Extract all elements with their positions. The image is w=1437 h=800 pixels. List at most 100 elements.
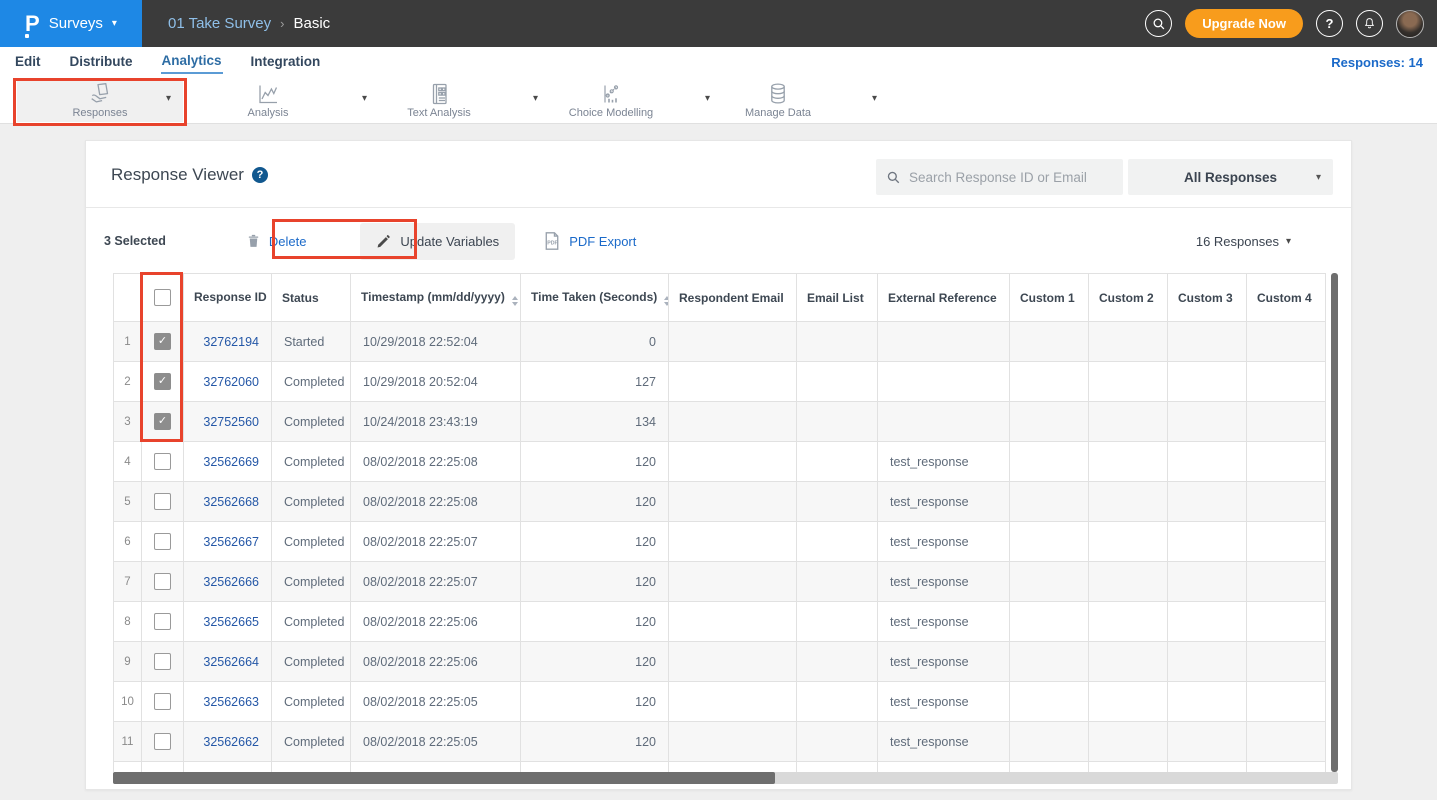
time-taken-cell: 134 <box>521 402 669 442</box>
response-id-link[interactable]: 32762194 <box>203 335 259 349</box>
timestamp-cell: 10/24/2018 23:43:19 <box>351 402 521 442</box>
search-icon <box>1152 17 1166 31</box>
response-id-link[interactable]: 32562665 <box>203 615 259 629</box>
sort-icon <box>512 296 518 306</box>
row-checkbox[interactable] <box>154 733 171 750</box>
response-id-link[interactable]: 32562669 <box>203 455 259 469</box>
row-checkbox-cell <box>142 442 184 482</box>
response-id-link[interactable]: 32762060 <box>203 375 259 389</box>
column-header-timestamp[interactable]: Timestamp (mm/dd/yyyy) <box>351 274 521 322</box>
update-variables-button[interactable]: Update Variables <box>360 223 515 260</box>
table-row: 1✓32762194Started10/29/2018 22:52:040 <box>114 322 1326 362</box>
time-taken-cell: 120 <box>521 722 669 762</box>
custom-4-cell <box>1247 762 1326 773</box>
toolbar-item-choice-modelling[interactable]: Choice Modelling▾ <box>536 79 686 122</box>
chevron-down-icon[interactable]: ▾ <box>166 93 171 104</box>
pdf-export-button[interactable]: PDF PDF Export <box>543 231 636 251</box>
response-id-link[interactable]: 32562667 <box>203 535 259 549</box>
search-input[interactable] <box>909 170 1109 185</box>
timestamp-cell: 08/02/2018 22:25:08 <box>351 442 521 482</box>
row-checkbox-cell <box>142 602 184 642</box>
row-checkbox[interactable]: ✓ <box>154 333 171 350</box>
row-checkbox[interactable] <box>154 613 171 630</box>
custom-4-cell <box>1247 722 1326 762</box>
toolbar-item-responses[interactable]: Responses▾ <box>17 79 183 122</box>
response-filter-dropdown[interactable]: All Responses ▾ <box>1128 159 1333 195</box>
response-id-link[interactable]: 32562662 <box>203 735 259 749</box>
response-id-cell: 32562661 <box>184 762 272 773</box>
vertical-scrollbar-thumb[interactable] <box>1331 273 1338 772</box>
row-checkbox[interactable] <box>154 573 171 590</box>
search-button[interactable] <box>1145 10 1172 37</box>
delete-label: Delete <box>269 234 307 249</box>
row-number-cell: 9 <box>114 642 142 682</box>
trash-icon <box>246 233 261 249</box>
row-checkbox[interactable] <box>154 493 171 510</box>
column-header-time-taken[interactable]: Time Taken (Seconds) <box>521 274 669 322</box>
row-checkbox[interactable]: ✓ <box>154 413 171 430</box>
questionpro-logo-icon: P <box>25 13 40 35</box>
viewer-help-icon[interactable]: ? <box>252 167 268 183</box>
notifications-button[interactable] <box>1356 10 1383 37</box>
help-button[interactable]: ? <box>1316 10 1343 37</box>
horizontal-scrollbar-track[interactable] <box>113 772 1338 784</box>
custom-2-cell <box>1089 522 1168 562</box>
custom-3-cell <box>1168 322 1247 362</box>
response-id-link[interactable]: 32562663 <box>203 695 259 709</box>
custom-2-cell <box>1089 642 1168 682</box>
toolbar-item-analysis[interactable]: Analysis▾ <box>193 79 343 122</box>
custom-2-cell <box>1089 402 1168 442</box>
external-reference-cell <box>878 402 1010 442</box>
select-all-checkbox[interactable] <box>154 289 171 306</box>
toolbar-item-text-analysis[interactable]: Text Analysis▾ <box>364 79 514 122</box>
upgrade-now-button[interactable]: Upgrade Now <box>1185 9 1303 38</box>
custom-3-cell <box>1168 762 1247 773</box>
custom-2-cell <box>1089 682 1168 722</box>
response-id-cell: 32562668 <box>184 482 272 522</box>
surveys-menu-button[interactable]: P Surveys ▾ <box>0 0 142 47</box>
column-header-respondent-email: Respondent Email <box>669 274 797 322</box>
time-taken-cell: 120 <box>521 562 669 602</box>
row-number-cell: 10 <box>114 682 142 722</box>
delete-button[interactable]: Delete <box>246 233 307 249</box>
time-taken-cell: 120 <box>521 682 669 722</box>
row-checkbox[interactable] <box>154 653 171 670</box>
response-search-box <box>876 159 1123 195</box>
user-avatar[interactable] <box>1396 10 1424 38</box>
respondent-email-cell <box>669 442 797 482</box>
row-checkbox-cell <box>142 642 184 682</box>
status-cell: Completed <box>272 602 351 642</box>
row-number-cell: 5 <box>114 482 142 522</box>
pdf-file-icon: PDF <box>543 231 561 251</box>
response-id-cell: 32752560 <box>184 402 272 442</box>
custom-1-cell <box>1010 642 1089 682</box>
breadcrumb-survey-link[interactable]: 01 Take Survey <box>168 15 271 32</box>
nav-tab-edit[interactable]: Edit <box>14 51 42 73</box>
time-taken-cell: 120 <box>521 522 669 562</box>
timestamp-cell: 08/02/2018 22:25:07 <box>351 562 521 602</box>
external-reference-cell: test_response <box>878 602 1010 642</box>
nav-tab-analytics[interactable]: Analytics <box>161 50 223 74</box>
horizontal-scrollbar-thumb[interactable] <box>113 772 775 784</box>
row-checkbox[interactable] <box>154 453 171 470</box>
row-checkbox[interactable]: ✓ <box>154 373 171 390</box>
pdf-export-label: PDF Export <box>569 234 636 249</box>
page-title-text: Response Viewer <box>111 165 244 185</box>
column-header-response-id[interactable]: Response ID <box>184 274 272 322</box>
nav-tab-distribute[interactable]: Distribute <box>69 51 134 73</box>
response-count-dropdown[interactable]: 16 Responses ▾ <box>1196 234 1291 249</box>
response-count-value: 16 Responses <box>1196 234 1279 249</box>
status-cell: Started <box>272 322 351 362</box>
response-id-link[interactable]: 32562668 <box>203 495 259 509</box>
toolbar-item-manage-data[interactable]: Manage Data▾ <box>703 79 853 122</box>
custom-1-cell <box>1010 602 1089 642</box>
custom-2-cell <box>1089 362 1168 402</box>
nav-tab-integration[interactable]: Integration <box>250 51 322 73</box>
row-checkbox[interactable] <box>154 533 171 550</box>
response-id-link[interactable]: 32562666 <box>203 575 259 589</box>
chevron-down-icon[interactable]: ▾ <box>872 93 877 104</box>
response-id-link[interactable]: 32752560 <box>203 415 259 429</box>
row-number-cell: 12 <box>114 762 142 773</box>
row-checkbox[interactable] <box>154 693 171 710</box>
response-id-link[interactable]: 32562664 <box>203 655 259 669</box>
